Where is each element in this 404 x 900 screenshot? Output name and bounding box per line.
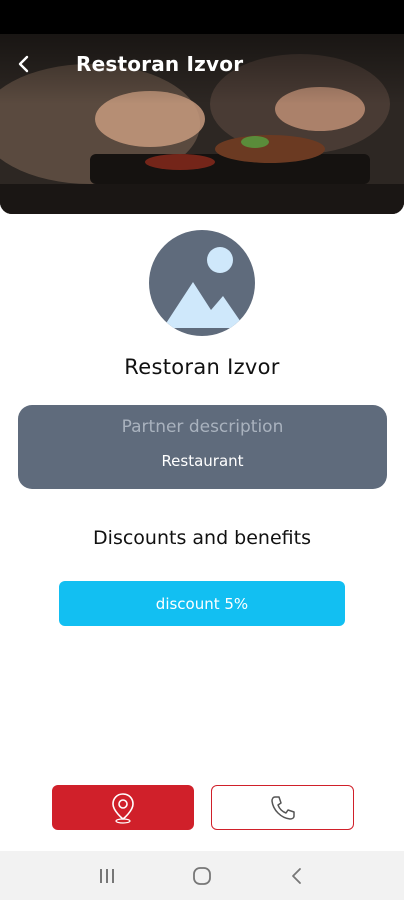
home-button[interactable] xyxy=(182,856,222,896)
page-title: Restoran Izvor xyxy=(76,52,244,76)
avatar xyxy=(149,230,255,336)
back-icon xyxy=(291,867,301,884)
chevron-left-icon xyxy=(18,55,29,73)
back-button[interactable] xyxy=(8,48,40,80)
home-icon xyxy=(193,866,211,885)
image-placeholder-icon xyxy=(163,247,245,328)
system-back-button[interactable] xyxy=(277,856,317,896)
description-label: Partner description xyxy=(121,417,284,437)
map-pin-icon xyxy=(112,792,134,824)
discount-badge: discount 5% xyxy=(59,581,345,626)
hero-image: Restoran Izvor xyxy=(0,34,404,214)
discounts-heading: Discounts and benefits xyxy=(93,527,311,549)
system-nav-bar xyxy=(0,851,404,900)
description-card: Partner description Restaurant xyxy=(18,405,387,489)
call-button[interactable] xyxy=(211,785,354,830)
partner-name: Restoran Izvor xyxy=(124,355,280,379)
recents-button[interactable] xyxy=(87,856,127,896)
description-value: Restaurant xyxy=(161,452,244,470)
recents-icon xyxy=(100,868,115,883)
status-bar xyxy=(0,0,404,34)
phone-icon xyxy=(270,795,295,820)
location-button[interactable] xyxy=(52,785,194,830)
